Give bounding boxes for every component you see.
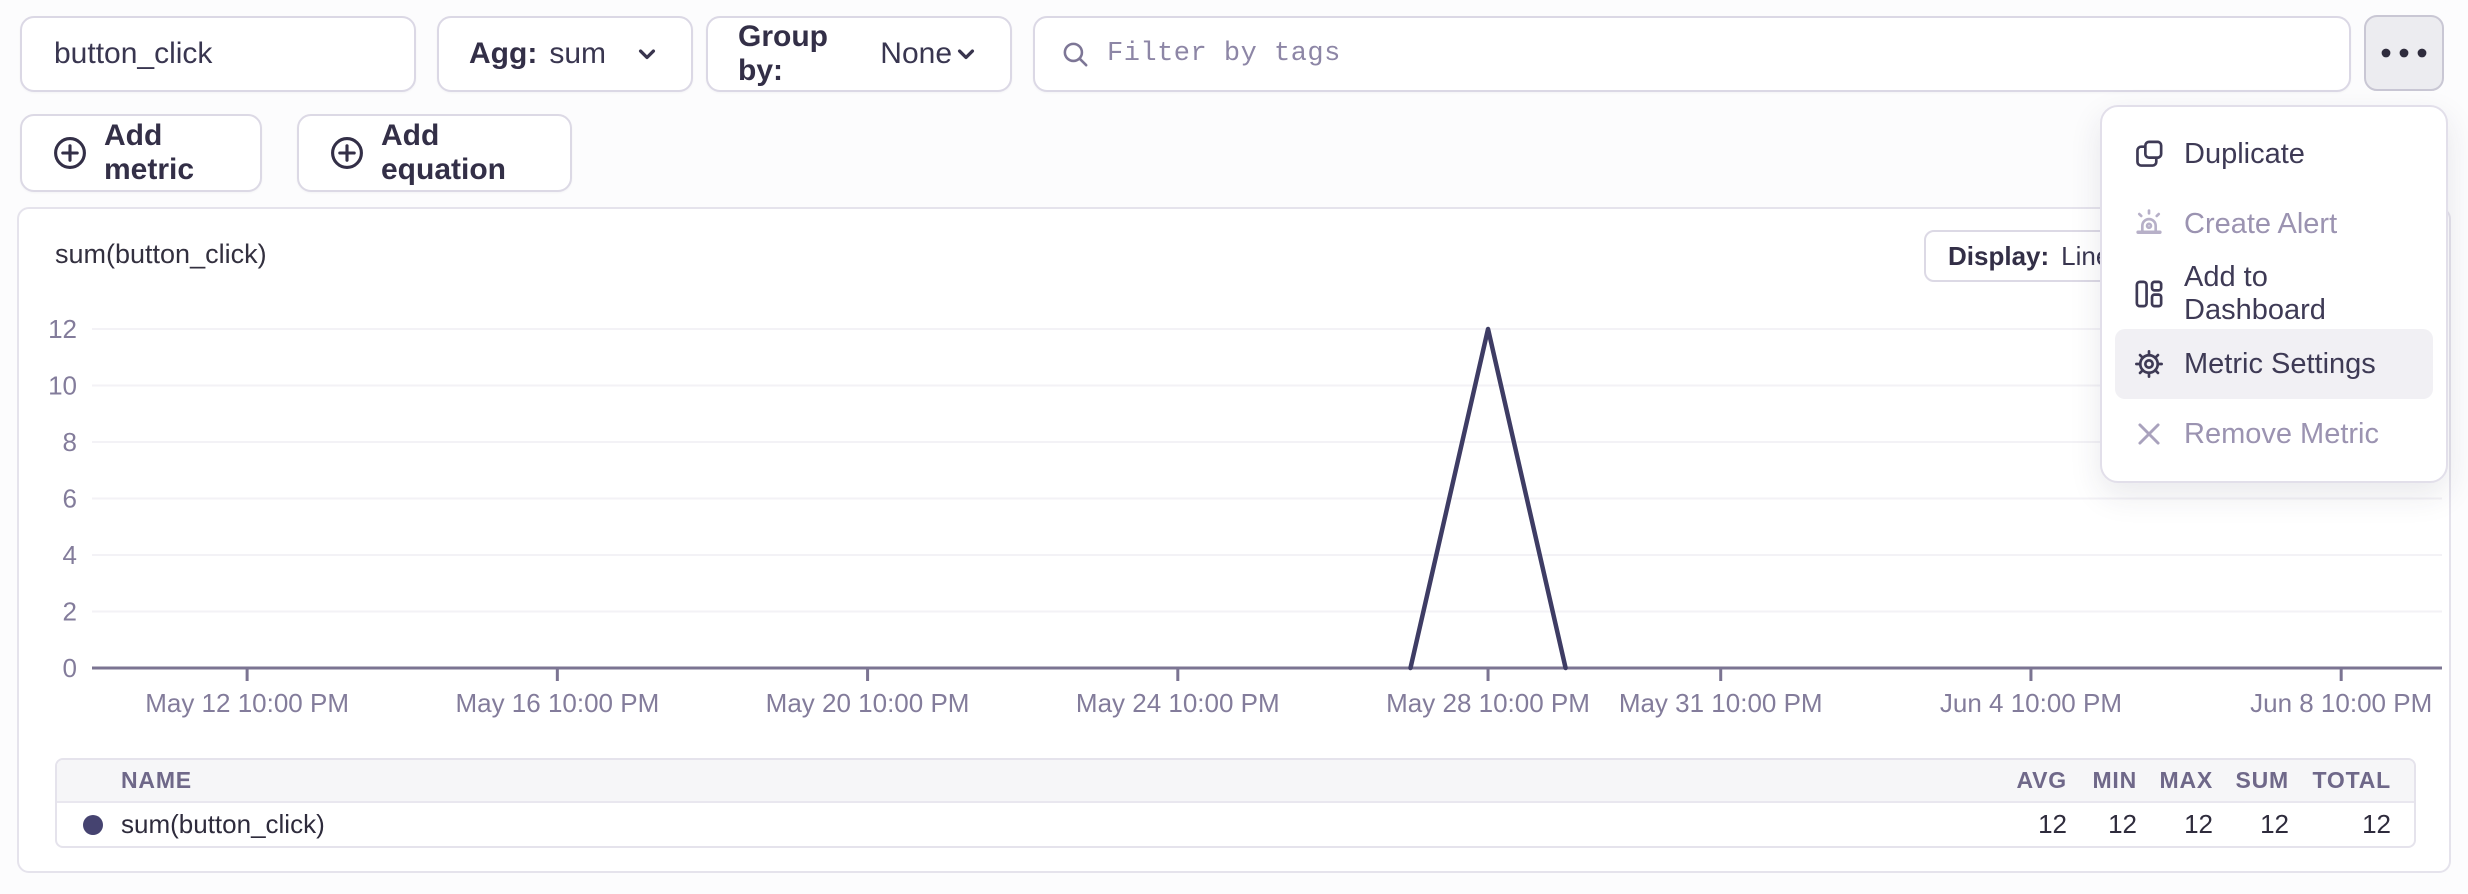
add-metric-label: Add metric [104, 119, 230, 187]
column-header-max: MAX [2137, 767, 2213, 794]
series-color-dot [83, 815, 103, 835]
chart-title: sum(button_click) [55, 239, 267, 270]
alert-icon [2132, 207, 2166, 241]
x-axis-tick-label: May 31 10:00 PM [1619, 688, 1823, 718]
column-header-name: NAME [57, 767, 1991, 794]
series-max: 12 [2137, 809, 2213, 840]
aggregation-dropdown[interactable]: Agg: sum [437, 16, 693, 92]
menu-item-label: Metric Settings [2184, 348, 2376, 381]
duplicate-icon [2132, 137, 2166, 171]
close-icon [2132, 417, 2166, 451]
add-equation-button[interactable]: Add equation [297, 114, 572, 192]
more-options-button[interactable] [2364, 15, 2444, 91]
chart-panel: sum(button_click) Display: Line 02468101… [17, 207, 2451, 873]
y-axis-tick-label: 0 [63, 653, 77, 683]
x-axis-tick-label: May 28 10:00 PM [1386, 688, 1590, 718]
x-axis-tick-label: May 20 10:00 PM [766, 688, 970, 718]
column-header-sum: SUM [2213, 767, 2289, 794]
metrics-explorer: button_click Agg: sum Group by: None Fil… [0, 0, 2468, 894]
display-label: Display: [1948, 241, 2049, 272]
dashboard-icon [2132, 277, 2166, 311]
menu-item-metric-settings[interactable]: Metric Settings [2115, 329, 2433, 399]
y-axis-tick-label: 8 [63, 427, 77, 457]
column-header-total: TOTAL [2289, 767, 2414, 794]
menu-item-add-to-dashboard[interactable]: Add to Dashboard [2102, 259, 2446, 329]
y-axis-tick-label: 4 [63, 540, 77, 570]
menu-item-duplicate[interactable]: Duplicate [2102, 119, 2446, 189]
group-by-label: Group by: [738, 20, 868, 88]
plus-circle-icon [52, 135, 88, 171]
x-axis-tick-label: Jun 4 10:00 PM [1940, 688, 2122, 718]
plus-circle-icon [329, 135, 365, 171]
menu-item-label: Add to Dashboard [2184, 261, 2416, 327]
y-axis-tick-label: 12 [48, 314, 77, 344]
line-chart: 0 2 4 6 8 10 12 May 12 10:00 PM May 16 10:00 PM M… [19, 304, 2453, 734]
y-axis-tick-label: 6 [63, 484, 77, 514]
y-axis-tick-label: 10 [48, 371, 77, 401]
add-metric-button[interactable]: Add metric [20, 114, 262, 192]
aggregation-label: Agg: [469, 37, 537, 71]
chevron-down-icon [633, 40, 661, 68]
summary-table-header: NAME AVG MIN MAX SUM TOTAL [57, 760, 2414, 803]
series-sum: 12 [2213, 809, 2289, 840]
series-min: 12 [2067, 809, 2137, 840]
x-axis-tick-label: May 16 10:00 PM [455, 688, 659, 718]
menu-item-label: Create Alert [2184, 208, 2337, 241]
column-header-min: MIN [2067, 767, 2137, 794]
metric-name-value: button_click [54, 37, 212, 71]
summary-table: NAME AVG MIN MAX SUM TOTAL sum(button_cl… [55, 758, 2416, 848]
table-row[interactable]: sum(button_click) 12 12 12 12 12 [57, 803, 2414, 846]
gear-icon [2132, 347, 2166, 381]
filter-tags-input[interactable]: Filter by tags [1033, 16, 2351, 92]
context-menu: Duplicate Create Alert Add to Dashboard … [2100, 105, 2448, 483]
x-axis-tick-label: May 12 10:00 PM [145, 688, 349, 718]
series-avg: 12 [1991, 809, 2067, 840]
add-equation-label: Add equation [381, 119, 540, 187]
group-by-value: None [880, 37, 952, 71]
series-total: 12 [2289, 809, 2414, 840]
series-name: sum(button_click) [121, 809, 325, 840]
menu-item-label: Remove Metric [2184, 418, 2379, 451]
column-header-avg: AVG [1991, 767, 2067, 794]
search-icon [1059, 38, 1091, 70]
ellipsis-icon [2377, 45, 2431, 61]
metric-name-input[interactable]: button_click [20, 16, 416, 92]
x-axis-tick-label: Jun 8 10:00 PM [2250, 688, 2432, 718]
x-axis-tick-label: May 24 10:00 PM [1076, 688, 1280, 718]
menu-item-create-alert: Create Alert [2102, 189, 2446, 259]
aggregation-value: sum [549, 37, 606, 71]
chevron-down-icon [952, 40, 980, 68]
menu-item-remove-metric: Remove Metric [2102, 399, 2446, 469]
menu-item-label: Duplicate [2184, 138, 2305, 171]
y-axis-tick-label: 2 [63, 597, 77, 627]
group-by-dropdown[interactable]: Group by: None [706, 16, 1012, 92]
filter-placeholder: Filter by tags [1107, 39, 1341, 69]
